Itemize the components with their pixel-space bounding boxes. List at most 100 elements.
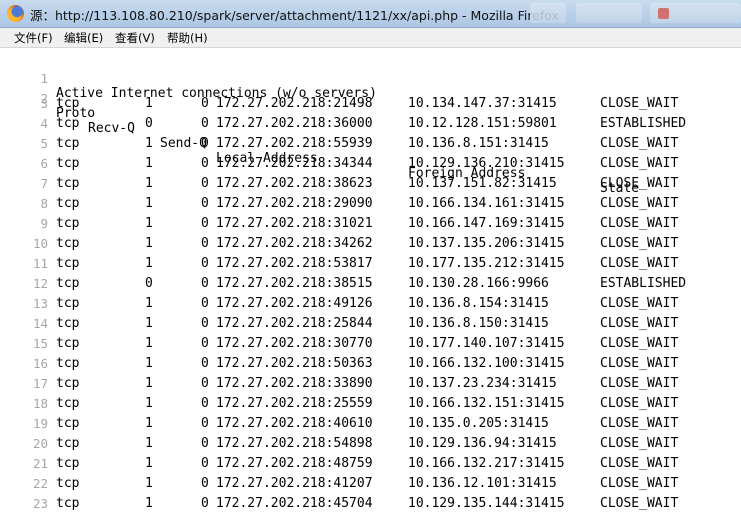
cell-foreign-address: 10.137.135.206:31415 (408, 236, 565, 251)
blurred-taskbar-region (576, 3, 642, 23)
cell-proto: tcp (56, 316, 80, 331)
cell-local-address: 172.27.202.218:36000 (216, 116, 373, 131)
window-title-bar[interactable]: 源：http://113.108.80.210/spark/server/att… (0, 0, 741, 28)
table-row: 12 tcp 0 0 172.27.202.218:38515 10.130.28.166… (0, 276, 741, 296)
cell-foreign-address: 10.136.8.151:31415 (408, 136, 549, 151)
cell-send-q: 0 (201, 376, 209, 391)
cell-foreign-address: 10.12.128.151:59801 (408, 116, 557, 131)
cell-state: CLOSE_WAIT (600, 336, 679, 351)
cell-local-address: 172.27.202.218:31021 (216, 216, 373, 231)
table-row: 15 tcp 1 0 172.27.202.218:30770 10.177.140.10… (0, 336, 741, 356)
cell-proto: tcp (56, 216, 80, 231)
cell-local-address: 172.27.202.218:38623 (216, 176, 373, 191)
cell-proto: tcp (56, 256, 80, 271)
cell-proto: tcp (56, 196, 80, 211)
view-source-content[interactable]: 1 Active Internet connections (w/o serve… (0, 48, 741, 519)
cell-state: ESTABLISHED (600, 116, 687, 131)
cell-recv-q: 1 (145, 196, 153, 211)
cell-proto: tcp (56, 456, 80, 471)
cell-foreign-address: 10.177.135.212:31415 (408, 256, 565, 271)
table-row: 17 tcp 1 0 172.27.202.218:33890 10.137.23.234… (0, 376, 741, 396)
table-row: 11 tcp 1 0 172.27.202.218:53817 10.177.135.21… (0, 256, 741, 276)
line-number: 21 (32, 456, 48, 471)
cell-foreign-address: 10.129.136.210:31415 (408, 156, 565, 171)
cell-send-q: 0 (201, 236, 209, 251)
cell-recv-q: 1 (145, 216, 153, 231)
table-row: 10 tcp 1 0 172.27.202.218:34262 10.137.135.20… (0, 236, 741, 256)
line-number: 5 (40, 136, 48, 151)
cell-proto: tcp (56, 176, 80, 191)
menu-file[interactable]: 文件(F) (14, 30, 53, 46)
cell-local-address: 172.27.202.218:25559 (216, 396, 373, 411)
cell-local-address: 172.27.202.218:55939 (216, 136, 373, 151)
line-number: 3 (40, 96, 48, 111)
cell-proto: tcp (56, 336, 80, 351)
table-row: 21 tcp 1 0 172.27.202.218:48759 10.166.132.21… (0, 456, 741, 476)
cell-local-address: 172.27.202.218:41207 (216, 476, 373, 491)
cell-proto: tcp (56, 476, 80, 491)
table-row: 19 tcp 1 0 172.27.202.218:40610 10.135.0.205:… (0, 416, 741, 436)
table-row: 4 tcp 0 0 172.27.202.218:36000 10.12.128.151:… (0, 116, 741, 136)
cell-recv-q: 0 (145, 116, 153, 131)
cell-send-q: 0 (201, 156, 209, 171)
cell-proto: tcp (56, 156, 80, 171)
cell-proto: tcp (56, 296, 80, 311)
menu-edit[interactable]: 编辑(E) (64, 30, 103, 46)
cell-recv-q: 1 (145, 336, 153, 351)
cell-recv-q: 1 (145, 96, 153, 111)
line-number: 18 (32, 396, 48, 411)
cell-send-q: 0 (201, 356, 209, 371)
cell-proto: tcp (56, 356, 80, 371)
cell-send-q: 0 (201, 276, 209, 291)
cell-proto: tcp (56, 276, 80, 291)
cell-state: CLOSE_WAIT (600, 156, 679, 171)
cell-local-address: 172.27.202.218:49126 (216, 296, 373, 311)
table-row: 6 tcp 1 0 172.27.202.218:34344 10.129.136.210… (0, 156, 741, 176)
line-number: 10 (32, 236, 48, 251)
line-number: 7 (40, 176, 48, 191)
cell-send-q: 0 (201, 216, 209, 231)
cell-foreign-address: 10.137.23.234:31415 (408, 376, 557, 391)
menu-help[interactable]: 帮助(H) (167, 30, 208, 46)
cell-foreign-address: 10.136.12.101:31415 (408, 476, 557, 491)
cell-foreign-address: 10.177.140.107:31415 (408, 336, 565, 351)
cell-local-address: 172.27.202.218:30770 (216, 336, 373, 351)
cell-proto: tcp (56, 116, 80, 131)
cell-state: CLOSE_WAIT (600, 236, 679, 251)
cell-foreign-address: 10.130.28.166:9966 (408, 276, 549, 291)
cell-foreign-address: 10.136.8.150:31415 (408, 316, 549, 331)
cell-recv-q: 1 (145, 316, 153, 331)
table-row: 13 tcp 1 0 172.27.202.218:49126 10.136.8.154:… (0, 296, 741, 316)
table-row: 18 tcp 1 0 172.27.202.218:25559 10.166.132.15… (0, 396, 741, 416)
cell-proto: tcp (56, 496, 80, 511)
cell-send-q: 0 (201, 396, 209, 411)
table-row: 7 tcp 1 0 172.27.202.218:38623 10.137.151.82:… (0, 176, 741, 196)
cell-send-q: 0 (201, 496, 209, 511)
cell-state: CLOSE_WAIT (600, 456, 679, 471)
cell-send-q: 0 (201, 296, 209, 311)
cell-local-address: 172.27.202.218:48759 (216, 456, 373, 471)
cell-foreign-address: 10.137.151.82:31415 (408, 176, 557, 191)
cell-proto: tcp (56, 436, 80, 451)
cell-foreign-address: 10.166.134.161:31415 (408, 196, 565, 211)
line-number: 11 (32, 256, 48, 271)
cell-foreign-address: 10.166.147.169:31415 (408, 216, 565, 231)
table-row: 14 tcp 1 0 172.27.202.218:25844 10.136.8.150:… (0, 316, 741, 336)
cell-recv-q: 1 (145, 396, 153, 411)
window-title: 源：http://113.108.80.210/spark/server/att… (30, 8, 559, 23)
cell-state: CLOSE_WAIT (600, 496, 679, 511)
cell-local-address: 172.27.202.218:33890 (216, 376, 373, 391)
cell-send-q: 0 (201, 416, 209, 431)
cell-proto: tcp (56, 236, 80, 251)
cell-local-address: 172.27.202.218:29090 (216, 196, 373, 211)
cell-state: CLOSE_WAIT (600, 476, 679, 491)
cell-send-q: 0 (201, 336, 209, 351)
cell-local-address: 172.27.202.218:21498 (216, 96, 373, 111)
table-row: 3 tcp 1 0 172.27.202.218:21498 10.134.147.37:… (0, 96, 741, 116)
line-number: 20 (32, 436, 48, 451)
cell-send-q: 0 (201, 136, 209, 151)
cell-local-address: 172.27.202.218:45704 (216, 496, 373, 511)
cell-state: CLOSE_WAIT (600, 436, 679, 451)
cell-state: CLOSE_WAIT (600, 196, 679, 211)
menu-view[interactable]: 查看(V) (115, 30, 155, 46)
